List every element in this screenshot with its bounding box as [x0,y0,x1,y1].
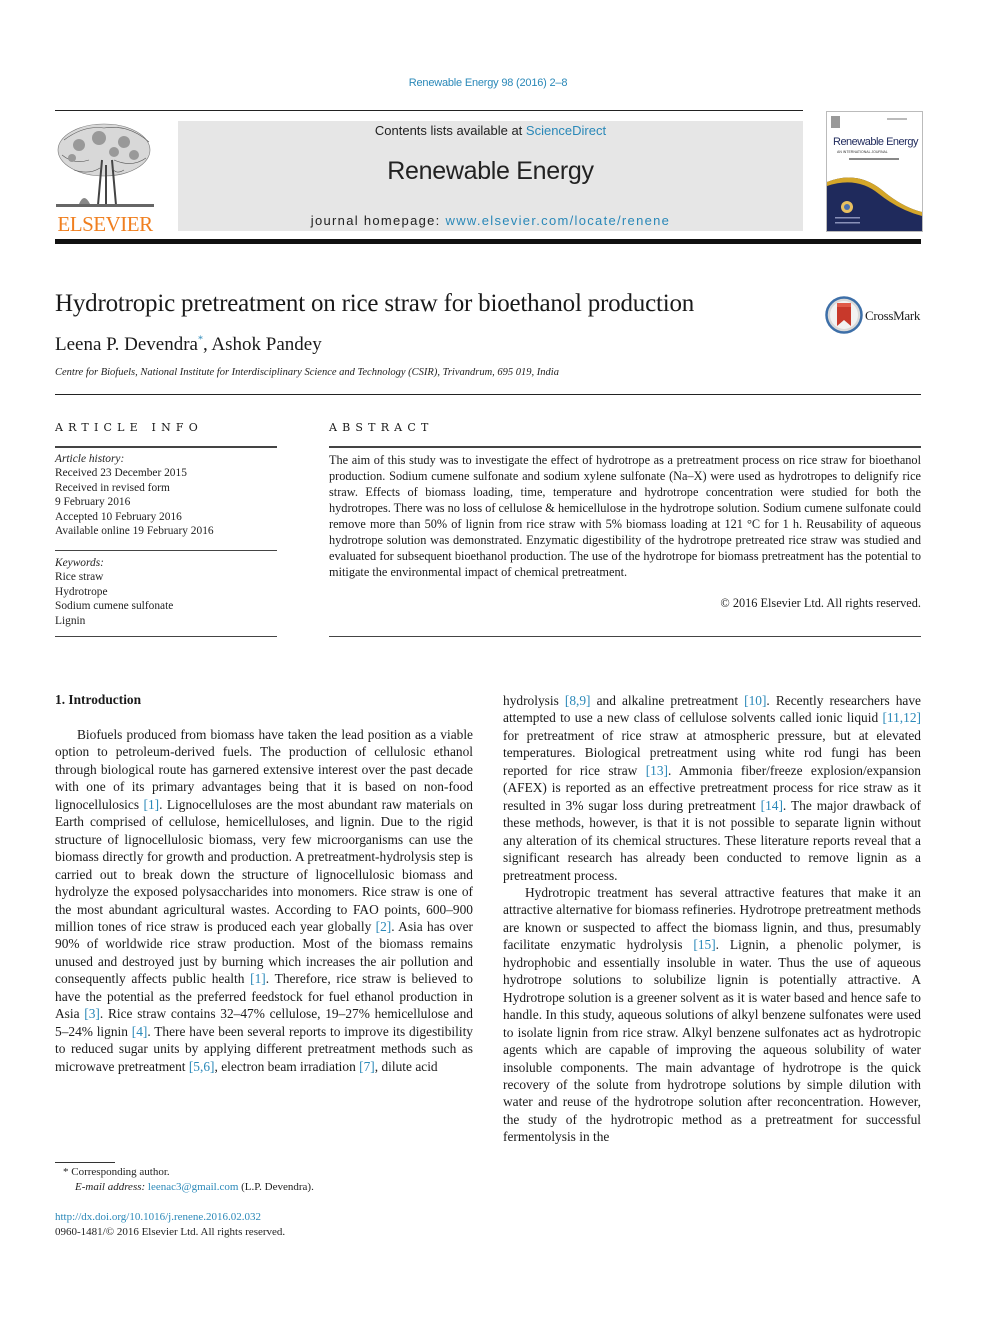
citation-link[interactable]: [15] [693,937,715,952]
article-history-label: Article history: [55,453,125,465]
journal-cover-art: Renewable Energy AN INTERNATIONAL JOURNA… [827,112,922,231]
cover-title: Renewable Energy [833,136,919,148]
sciencedirect-link[interactable]: ScienceDirect [526,123,606,138]
article-info-heading: ARTICLE INFO [55,421,203,434]
footnote-rule [55,1162,115,1163]
crossmark-icon [825,296,863,334]
author-name[interactable]: Leena P. Devendra [55,334,198,355]
crossmark-button[interactable]: CrossMark [825,296,925,334]
history-entry: Received in revised form [55,481,170,494]
citation-link[interactable]: [7] [359,1059,375,1074]
cover-elsevier-icon [831,116,840,128]
article-info-rule [55,446,277,448]
citation-link[interactable]: [8,9] [565,693,591,708]
email-link[interactable]: leenac3@gmail.com [148,1181,238,1193]
cover-subtitle: AN INTERNATIONAL JOURNAL [837,150,888,154]
history-entry: Accepted 10 February 2016 [55,510,182,523]
contents-prefix: Contents lists available at [374,123,526,138]
elsevier-wordmark: ELSEVIER [57,212,153,236]
email-label: E-mail address: [75,1181,148,1193]
article-history: Article history: Received 23 December 20… [55,452,277,538]
affiliation-rule [55,394,921,395]
keyword: Lignin [55,614,86,627]
citation-link[interactable]: [11,12] [882,710,921,725]
contents-availability-line: Contents lists available at ScienceDirec… [178,123,803,138]
doi-link[interactable]: http://dx.doi.org/10.1016/j.renene.2016.… [55,1211,261,1223]
body-text: , dilute acid [374,1058,438,1074]
header-rule [55,110,803,111]
abstract-copyright: © 2016 Elsevier Ltd. All rights reserved… [720,596,921,610]
corresponding-author-footnote: * Corresponding author. [63,1166,170,1178]
author-list: Leena P. Devendra*, Ashok Pandey [55,334,322,356]
citation-link[interactable]: [1] [250,971,266,986]
body-column-left: Biofuels produced from biomass have take… [55,726,473,1075]
abstract-heading: ABSTRACT [329,421,434,434]
citation-link[interactable]: [14] [761,798,783,813]
homepage-prefix: journal homepage: [310,213,446,228]
body-text: . Lignocelluloses are the most abundant … [55,796,473,934]
body-paragraph: hydrolysis [8,9] and alkaline pretreatme… [503,692,921,884]
journal-homepage-line: journal homepage: www.elsevier.com/locat… [178,213,803,228]
abstract-bottom-rule [329,636,921,637]
header-thick-rule [55,239,921,244]
keyword: Rice straw [55,571,104,584]
keyword: Hydrotrope [55,585,108,598]
body-text: hydrolysis [503,693,565,708]
email-footnote: E-mail address: leenac3@gmail.com (L.P. … [75,1181,314,1193]
history-entry: Available online 19 February 2016 [55,525,214,538]
article-info-bottom-rule [55,636,277,637]
journal-title: Renewable Energy [387,157,594,185]
body-text: . Lignin, a phenolic polymer, is hydroph… [503,937,921,1145]
body-text: and alkaline pretreatment [590,693,745,708]
elsevier-logo[interactable]: ELSEVIER [54,120,156,236]
issn-copyright: 0960-1481/© 2016 Elsevier Ltd. All right… [55,1226,286,1238]
email-suffix: (L.P. Devendra). [238,1181,314,1193]
keyword: Sodium cumene sulfonate [55,600,174,613]
journal-cover-thumbnail[interactable]: Renewable Energy AN INTERNATIONAL JOURNA… [826,111,923,232]
citation-link[interactable]: [5,6] [189,1059,215,1074]
citation-link[interactable]: [3] [84,1006,100,1021]
citation-link[interactable]: [1] [143,797,159,812]
abstract-rule [329,446,921,448]
article-title: Hydrotropic pretreatment on rice straw f… [55,290,695,317]
crossmark-label: CrossMark [865,308,921,323]
journal-citation-link[interactable]: Renewable Energy 98 (2016) 2–8 [0,77,976,89]
author-affiliation: Centre for Biofuels, National Institute … [55,367,559,378]
body-column-right: hydrolysis [8,9] and alkaline pretreatme… [503,692,921,1146]
abstract-text: The aim of this study was to investigate… [329,453,921,579]
keywords-block: Keywords: Rice straw Hydrotrope Sodium c… [55,556,277,628]
history-entry: Received 23 December 2015 [55,467,187,480]
body-paragraph: Hydrotropic treatment has several attrac… [503,884,921,1146]
keywords-rule [55,550,277,551]
keywords-label: Keywords: [55,557,104,569]
author-name[interactable]: Ashok Pandey [211,334,321,355]
history-entry: 9 February 2016 [55,496,131,509]
citation-link[interactable]: [13] [646,763,668,778]
body-text: , electron beam irradiation [214,1058,360,1074]
body-paragraph: Biofuels produced from biomass have take… [55,726,473,1075]
citation-link[interactable]: [10] [744,693,766,708]
citation-link[interactable]: [2] [376,919,392,934]
elsevier-tree-icon [56,123,154,207]
journal-homepage-link[interactable]: www.elsevier.com/locate/renene [446,213,671,228]
journal-masthead: Contents lists available at ScienceDirec… [178,121,803,231]
section-heading-introduction: 1. Introduction [55,692,142,707]
citation-link[interactable]: [4] [132,1024,148,1039]
